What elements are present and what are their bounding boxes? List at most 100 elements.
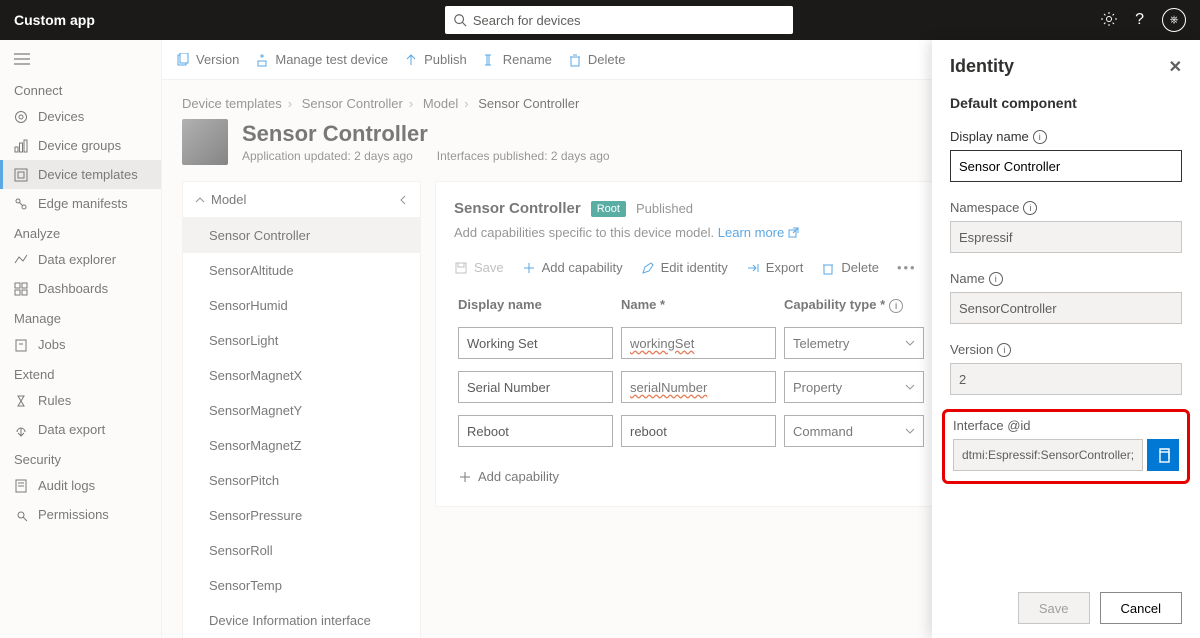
interface-id-label: Interface @id bbox=[953, 418, 1179, 433]
nav-item-dashboards[interactable]: Dashboards bbox=[0, 274, 161, 303]
identity-panel: Identity ✕ Default component Display nam… bbox=[932, 40, 1200, 638]
delete-capability-button[interactable]: Delete bbox=[821, 260, 879, 275]
display-name-input[interactable] bbox=[458, 415, 613, 447]
nav-item-permissions[interactable]: Permissions bbox=[0, 500, 161, 529]
version-field bbox=[950, 363, 1182, 395]
info-icon[interactable]: i bbox=[1033, 130, 1047, 144]
nav-item-device-groups[interactable]: Device groups bbox=[0, 131, 161, 160]
info-icon[interactable]: i bbox=[997, 343, 1011, 357]
nav-item-edge-manifests[interactable]: Edge manifests bbox=[0, 189, 161, 218]
nav-section-manage: Manage bbox=[0, 303, 161, 330]
mtree-item[interactable]: Device Information interface bbox=[183, 603, 420, 638]
name-label: Namei bbox=[950, 271, 1182, 286]
mtree-item[interactable]: SensorTemp bbox=[183, 568, 420, 603]
chevron-left-icon bbox=[398, 195, 408, 205]
add-capability-button[interactable]: Add capability bbox=[522, 260, 623, 275]
breadcrumb-current: Sensor Controller bbox=[478, 96, 579, 111]
model-tree-header[interactable]: Model bbox=[183, 182, 420, 218]
col-capability-type: Capability type *i bbox=[784, 297, 924, 313]
cancel-button[interactable]: Cancel bbox=[1100, 592, 1182, 624]
meta-updated: Application updated: 2 days ago bbox=[242, 149, 413, 163]
chevron-up-icon bbox=[195, 195, 205, 205]
capability-type-select[interactable]: Telemetry bbox=[784, 327, 924, 359]
more-button[interactable]: ••• bbox=[897, 260, 917, 275]
edit-identity-button[interactable]: Edit identity bbox=[641, 260, 728, 275]
nav-section-security: Security bbox=[0, 444, 161, 471]
publish-button[interactable]: Publish bbox=[404, 52, 467, 67]
root-badge: Root bbox=[591, 201, 626, 217]
mtree-item[interactable]: SensorAltitude bbox=[183, 253, 420, 288]
version-button[interactable]: Version bbox=[176, 52, 239, 67]
breadcrumb-sensor-controller[interactable]: Sensor Controller bbox=[302, 96, 403, 111]
nav-item-data-explorer[interactable]: Data explorer bbox=[0, 245, 161, 274]
col-display-name: Display name bbox=[458, 297, 613, 313]
version-label: Versioni bbox=[950, 342, 1182, 357]
avatar[interactable]: ⎈ bbox=[1162, 8, 1186, 32]
save-button: Save bbox=[454, 260, 504, 275]
display-name-input[interactable] bbox=[458, 327, 613, 359]
mtree-item[interactable]: SensorPitch bbox=[183, 463, 420, 498]
chevron-down-icon bbox=[905, 426, 915, 436]
namespace-field bbox=[950, 221, 1182, 253]
mtree-item[interactable]: SensorHumid bbox=[183, 288, 420, 323]
col-name: Name * bbox=[621, 297, 776, 313]
mtree-item[interactable]: SensorMagnetY bbox=[183, 393, 420, 428]
close-icon[interactable]: ✕ bbox=[1169, 57, 1182, 77]
mtree-item[interactable]: SensorPressure bbox=[183, 498, 420, 533]
delete-button[interactable]: Delete bbox=[568, 52, 626, 67]
copy-button[interactable] bbox=[1147, 439, 1179, 471]
capability-type-select[interactable]: Property bbox=[784, 371, 924, 403]
detail-title: Sensor Controller bbox=[454, 200, 581, 217]
nav-item-jobs[interactable]: Jobs bbox=[0, 330, 161, 359]
panel-footer: Save Cancel bbox=[932, 577, 1200, 638]
mtree-item[interactable]: SensorMagnetZ bbox=[183, 428, 420, 463]
interface-id-highlight: Interface @id bbox=[942, 409, 1190, 484]
nav-item-devices[interactable]: Devices bbox=[0, 102, 161, 131]
info-icon[interactable]: i bbox=[1023, 201, 1037, 215]
nav-item-device-templates[interactable]: Device templates bbox=[0, 160, 161, 189]
namespace-label: Namespacei bbox=[950, 200, 1182, 215]
name-field bbox=[950, 292, 1182, 324]
panel-title: Identity bbox=[950, 56, 1014, 77]
nav-item-audit-logs[interactable]: Audit logs bbox=[0, 471, 161, 500]
nav-section-analyze: Analyze bbox=[0, 218, 161, 245]
search-icon bbox=[453, 13, 467, 27]
help-icon[interactable]: ? bbox=[1135, 11, 1144, 29]
display-name-field[interactable] bbox=[950, 150, 1182, 182]
mtree-item[interactable]: SensorLight bbox=[183, 323, 420, 358]
chevron-down-icon bbox=[905, 382, 915, 392]
capability-type-select[interactable]: Command bbox=[784, 415, 924, 447]
search-input[interactable]: Search for devices bbox=[445, 6, 793, 34]
display-name-label: Display namei bbox=[950, 129, 1182, 144]
mtree-item-sensor-controller[interactable]: Sensor Controller bbox=[183, 218, 420, 253]
name-input[interactable]: serialNumber bbox=[621, 371, 776, 403]
external-link-icon bbox=[788, 227, 799, 238]
breadcrumb-model[interactable]: Model bbox=[423, 96, 458, 111]
mtree-item[interactable]: SensorMagnetX bbox=[183, 358, 420, 393]
export-button[interactable]: Export bbox=[746, 260, 804, 275]
copy-icon bbox=[1156, 448, 1171, 463]
info-icon[interactable]: i bbox=[889, 299, 903, 313]
plus-icon bbox=[458, 470, 472, 484]
gear-icon[interactable] bbox=[1101, 11, 1117, 30]
manage-test-device-button[interactable]: Manage test device bbox=[255, 52, 388, 67]
search-placeholder: Search for devices bbox=[473, 13, 581, 28]
info-icon[interactable]: i bbox=[989, 272, 1003, 286]
learn-more-link[interactable]: Learn more bbox=[718, 225, 799, 240]
display-name-input[interactable] bbox=[458, 371, 613, 403]
name-input[interactable] bbox=[621, 415, 776, 447]
interface-id-field bbox=[953, 439, 1143, 471]
name-input[interactable]: workingSet bbox=[621, 327, 776, 359]
rename-button[interactable]: Rename bbox=[483, 52, 552, 67]
nav-item-rules[interactable]: Rules bbox=[0, 386, 161, 415]
save-button: Save bbox=[1018, 592, 1090, 624]
nav-item-data-export[interactable]: Data export bbox=[0, 415, 161, 444]
top-bar: Custom app Search for devices ? ⎈ bbox=[0, 0, 1200, 40]
published-status: Published bbox=[636, 201, 693, 216]
panel-subtitle: Default component bbox=[950, 95, 1182, 111]
chevron-down-icon bbox=[905, 338, 915, 348]
hamburger-icon[interactable] bbox=[0, 46, 161, 75]
model-tree: Model Sensor Controller SensorAltitude S… bbox=[182, 181, 421, 638]
mtree-item[interactable]: SensorRoll bbox=[183, 533, 420, 568]
breadcrumb-device-templates[interactable]: Device templates bbox=[182, 96, 282, 111]
